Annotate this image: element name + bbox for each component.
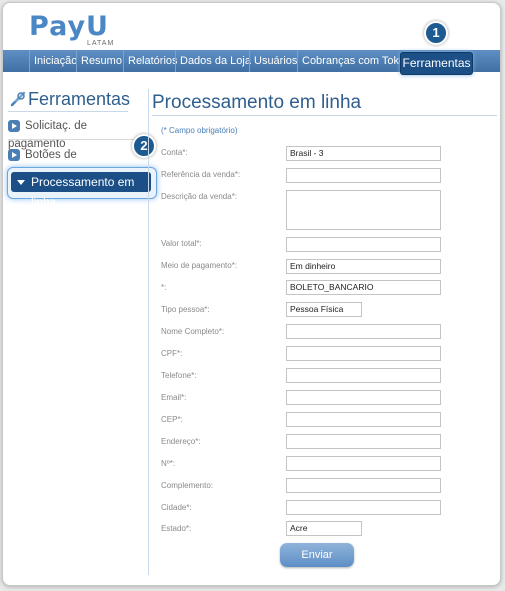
callout-badge-2: 2 [132, 134, 156, 158]
referencia-input[interactable] [286, 168, 441, 183]
nav-item-cobrancas-token[interactable]: Cobranças com Token [297, 50, 415, 72]
callout-badge-1: 1 [424, 21, 448, 45]
telefone-input[interactable] [286, 368, 441, 383]
label-descricao: Descrição da venda*: [161, 192, 238, 201]
sidebar-item-label: Processamento em linha [31, 175, 135, 209]
enviar-button[interactable]: Enviar [280, 543, 354, 567]
label-meio-pagamento: Meio de pagamento*: [161, 261, 238, 270]
label-telefone: Telefone*: [161, 371, 197, 380]
title-divider [152, 115, 497, 116]
cpf-input[interactable] [286, 346, 441, 361]
nav-item-iniciacao[interactable]: Iniciação [29, 50, 81, 72]
chevron-down-icon [17, 180, 25, 185]
descricao-textarea[interactable] [286, 190, 441, 230]
label-referencia: Referência da venda*: [161, 170, 241, 179]
label-tipo-pessoa: Tipo pessoa*: [161, 305, 210, 314]
tipo-pessoa-select[interactable]: Pessoa Física [286, 302, 362, 317]
sidebar-item-processamento[interactable]: Processamento em linha [7, 167, 157, 209]
valor-total-input[interactable] [286, 237, 441, 252]
nav-item-usuarios[interactable]: Usuários [249, 50, 301, 72]
sidebar-item-solicitacao[interactable]: Solicitaç. de pagamento [8, 117, 136, 150]
endereco-input[interactable] [286, 434, 441, 449]
nav-item-resumo[interactable]: Resumo [76, 50, 126, 72]
nav-item-relatorios[interactable]: Relatórios [123, 50, 182, 72]
payu-logo: PayU LATAM [29, 11, 129, 53]
tools-icon [10, 91, 26, 107]
page-title: Processamento em linha [152, 92, 362, 113]
nav-item-dados-da-loja[interactable]: Dados da Loja [175, 50, 255, 72]
label-email: Email*: [161, 393, 187, 402]
window-frame: PayU LATAM Iniciação Resumo Relatórios D… [2, 2, 501, 586]
nome-input[interactable] [286, 324, 441, 339]
logo-subtitle: LATAM [87, 40, 115, 47]
label-complemento: Complemento: [161, 481, 214, 490]
label-cep: CEP*: [161, 415, 183, 424]
sidebar-border [148, 89, 149, 575]
conta-select[interactable]: Brasil - 3 [286, 146, 441, 161]
boleto-select[interactable]: BOLETO_BANCARIO [286, 280, 441, 295]
meio-pagamento-select[interactable]: Em dinheiro [286, 259, 441, 274]
complemento-input[interactable] [286, 478, 441, 493]
sidebar-title: Ferramentas [28, 89, 131, 109]
sidebar-divider [8, 111, 128, 112]
label-cpf: CPF*: [161, 349, 183, 358]
numero-input[interactable] [286, 456, 441, 471]
required-note: (* Campo obrigatório) [161, 126, 238, 135]
label-estado: Estado*: [161, 524, 192, 533]
label-boleto: *: [161, 283, 167, 292]
label-valor-total: Valor total*: [161, 239, 202, 248]
nav-item-ferramentas[interactable]: Ferramentas [400, 52, 473, 75]
arrow-right-icon [8, 119, 20, 132]
label-endereco: Endereço*: [161, 437, 201, 446]
email-input[interactable] [286, 390, 441, 405]
arrow-right-icon [8, 148, 20, 161]
cidade-input[interactable] [286, 500, 441, 515]
sidebar-active-bar: Processamento em linha [11, 172, 151, 209]
label-cidade: Cidade*: [161, 503, 192, 512]
label-conta: Conta*: [161, 148, 188, 157]
label-nome: Nome Completo*: [161, 327, 225, 336]
logo-text: PayU [29, 11, 109, 42]
estado-select[interactable]: Acre [286, 521, 362, 536]
cep-input[interactable] [286, 412, 441, 427]
sidebar-separator [8, 139, 136, 140]
sidebar-item-botoes[interactable]: Botões de pagamento [8, 146, 136, 179]
label-numero: Nº*: [161, 459, 176, 468]
